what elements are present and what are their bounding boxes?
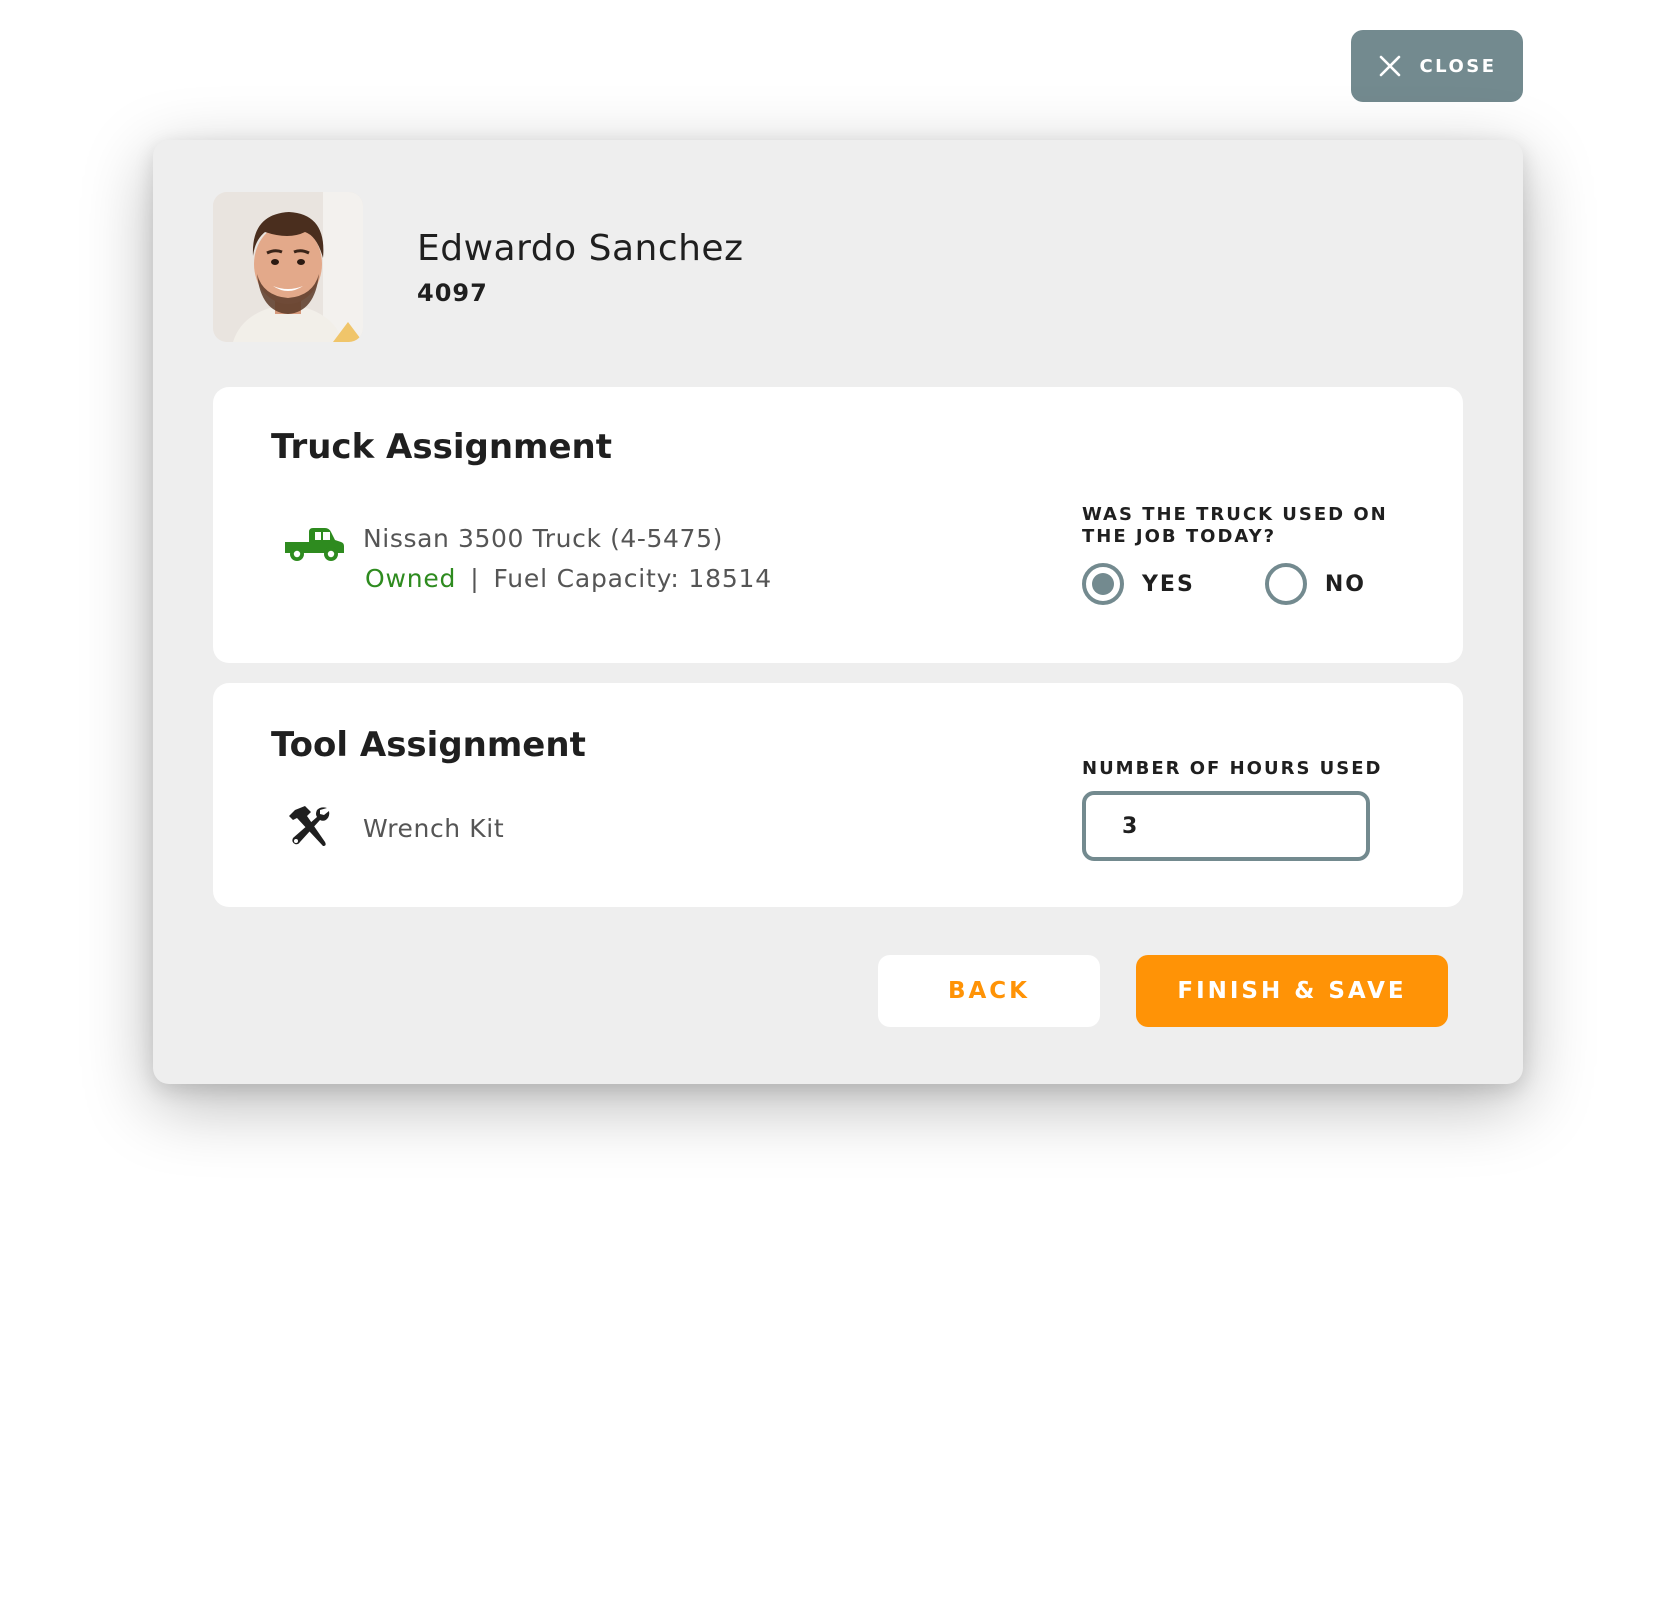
close-label: CLOSE xyxy=(1419,55,1497,77)
back-button[interactable]: BACK xyxy=(878,955,1100,1027)
radio-yes-circle[interactable] xyxy=(1082,563,1124,605)
radio-no-label: NO xyxy=(1324,571,1366,597)
radio-yes[interactable]: YES xyxy=(1082,563,1195,605)
hours-used-input[interactable]: 3 xyxy=(1082,791,1370,861)
avatar-photo xyxy=(213,192,363,342)
truck-vehicle-name: Nissan 3500 Truck (4-5475) xyxy=(363,524,723,553)
screen: CLOSE Edwardo Sanchez 4097 Truck Assignm… xyxy=(0,0,1670,1600)
tool-assignment-title: Tool Assignment xyxy=(271,725,586,765)
assignment-modal: Edwardo Sanchez 4097 Truck Assignment Ni… xyxy=(153,140,1523,1084)
hours-used-label: NUMBER OF HOURS USED xyxy=(1082,758,1383,779)
truck-meta: Owned | Fuel Capacity: 18514 xyxy=(365,564,772,593)
truck-used-radio-group: YES NO xyxy=(1082,563,1366,605)
radio-no-circle[interactable] xyxy=(1264,563,1307,605)
ownership-status: Owned xyxy=(365,564,457,593)
finish-save-button[interactable]: FINISH & SAVE xyxy=(1136,955,1448,1027)
employee-header: Edwardo Sanchez 4097 xyxy=(213,192,743,342)
meta-separator: | xyxy=(470,564,480,593)
radio-yes-label: YES xyxy=(1142,571,1195,597)
truck-used-question: WAS THE TRUCK USED ON THE JOB TODAY? xyxy=(1082,504,1388,547)
tool-name: Wrench Kit xyxy=(363,814,505,843)
tool-assignment-card: Tool Assignment Wrench Kit NUMBER OF HOU… xyxy=(213,683,1463,907)
truck-icon xyxy=(285,528,344,561)
employee-id: 4097 xyxy=(417,278,488,307)
employee-name: Edwardo Sanchez xyxy=(417,227,744,269)
fuel-capacity: Fuel Capacity: 18514 xyxy=(493,564,772,593)
close-icon xyxy=(1380,55,1401,77)
radio-no[interactable]: NO xyxy=(1264,563,1366,605)
close-button[interactable]: CLOSE xyxy=(1351,30,1523,102)
hammer-wrench-icon xyxy=(289,806,330,846)
avatar xyxy=(213,192,363,342)
truck-assignment-card: Truck Assignment Nissan 3500 Truck (4-54… xyxy=(213,387,1463,663)
radio-selected-dot xyxy=(1092,573,1114,595)
truck-assignment-title: Truck Assignment xyxy=(271,427,612,467)
